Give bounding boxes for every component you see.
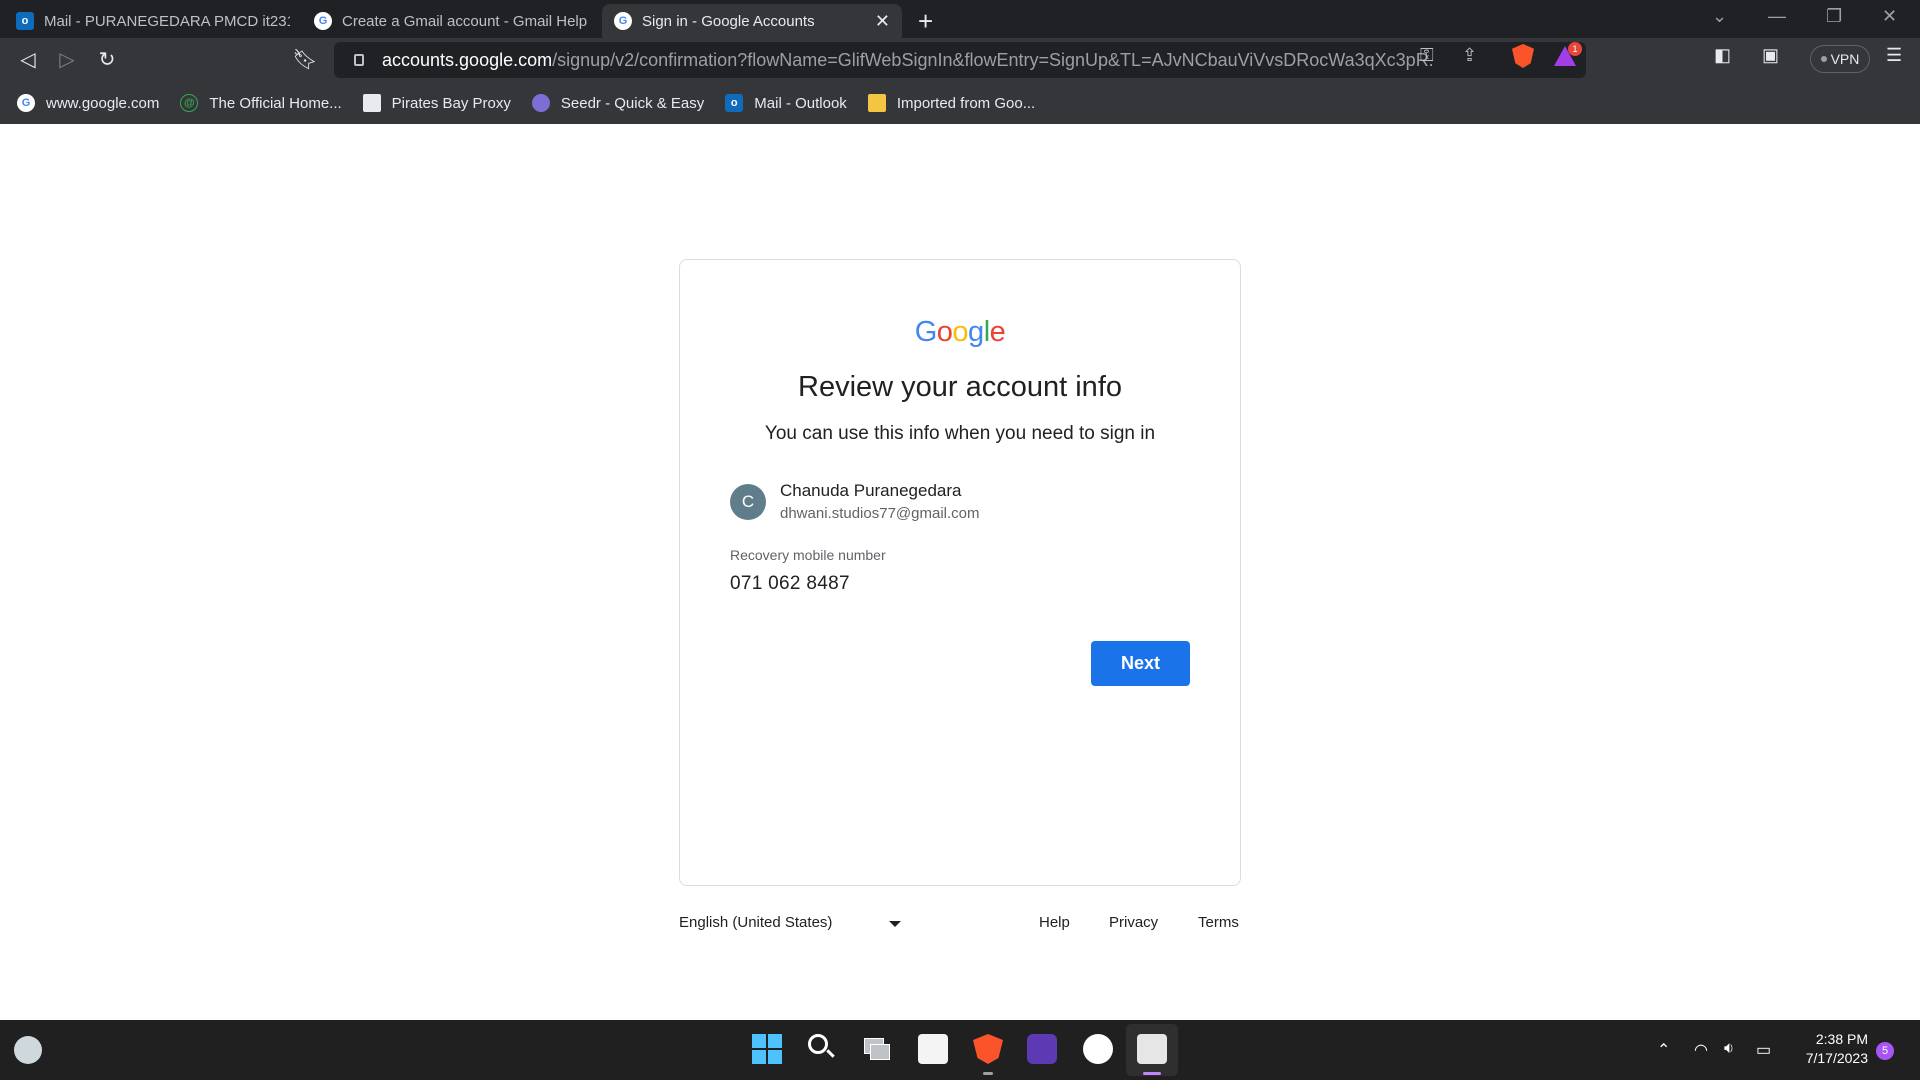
lock-icon	[354, 54, 364, 66]
url-text: accounts.google.com/signup/v2/confirmati…	[382, 49, 1432, 70]
google-icon: G	[314, 12, 332, 30]
windows-taskbar: ⌃ ◠ 🔉︎ ▭ 2:38 PM 7/17/2023 5	[0, 1020, 1920, 1080]
google-icon: G	[614, 12, 632, 30]
new-tab-button[interactable]: +	[918, 6, 933, 37]
system-clock[interactable]: 2:38 PM 7/17/2023	[1784, 1030, 1868, 1068]
search-icon[interactable]	[808, 1034, 838, 1064]
tab-outlook-mail[interactable]: o Mail - PURANEGEDARA PMCD it2317	[4, 4, 302, 38]
xbox-icon[interactable]	[1083, 1034, 1113, 1064]
close-window-button[interactable]: ✕	[1882, 6, 1897, 27]
reload-button[interactable]: ↻	[94, 47, 120, 73]
tab-title: Mail - PURANEGEDARA PMCD it2317	[44, 12, 290, 30]
snipping-tool-icon[interactable]	[1137, 1034, 1167, 1064]
avatar: C	[730, 484, 766, 520]
page-title: Review your account info	[798, 371, 1122, 403]
weather-icon[interactable]	[14, 1036, 42, 1064]
bookmark-official-home[interactable]: @ The Official Home...	[180, 94, 342, 112]
share-icon[interactable]: ⇪	[1462, 45, 1477, 66]
account-email: dhwani.studios77@gmail.com	[780, 505, 980, 522]
browser-toolbar: ◁ ▷ ↻ 🔖︎ accounts.google.com/signup/v2/c…	[0, 38, 1920, 82]
restore-button[interactable]: ❐	[1826, 6, 1842, 27]
next-button[interactable]: Next	[1091, 641, 1190, 686]
chevron-up-icon[interactable]: ⌃	[1657, 1040, 1670, 1060]
bookmark-folder-imported[interactable]: Imported from Goo...	[867, 94, 1036, 112]
vpn-status-dot	[1820, 56, 1827, 62]
account-review-card: Google Review your account info You can …	[679, 259, 1241, 886]
running-indicator	[983, 1072, 993, 1075]
microsoft-store-icon[interactable]	[918, 1034, 948, 1064]
back-button[interactable]: ◁	[15, 47, 41, 73]
close-tab-icon[interactable]: ✕	[875, 11, 890, 32]
rewards-badge: 1	[1568, 42, 1582, 56]
app-icon[interactable]	[1027, 1034, 1057, 1064]
address-bar[interactable]: accounts.google.com/signup/v2/confirmati…	[334, 42, 1586, 78]
clock-date: 7/17/2023	[1805, 1050, 1868, 1066]
language-label: English (United States)	[679, 914, 833, 931]
page-subtitle: You can use this info when you need to s…	[764, 423, 1156, 444]
wifi-icon[interactable]: ◠	[1694, 1040, 1708, 1060]
sidebar-icon[interactable]: ◧	[1714, 45, 1731, 66]
recovery-number-value: 071 062 8487	[730, 573, 850, 594]
tab-gmail-help[interactable]: G Create a Gmail account - Gmail Help	[302, 4, 602, 38]
bookmark-google[interactable]: Gwww.google.com	[17, 94, 159, 112]
bookmark-label: Imported from Goo...	[896, 94, 1036, 112]
battery-icon[interactable]: ▭	[1756, 1040, 1771, 1060]
terms-link[interactable]: Terms	[1198, 914, 1239, 931]
official-home-icon: @	[180, 94, 199, 112]
google-icon: G	[17, 94, 35, 112]
key-icon[interactable]: ⚿	[1420, 45, 1434, 66]
bookmark-outlook[interactable]: o Mail - Outlook	[725, 94, 847, 112]
recovery-number-label: Recovery mobile number	[730, 547, 886, 563]
vpn-label: VPN	[1830, 51, 1860, 67]
notification-badge[interactable]: 5	[1876, 1042, 1894, 1060]
chevron-down-icon[interactable]	[889, 921, 901, 927]
bookmark-label: The Official Home...	[209, 94, 342, 112]
bookmarks-bar: Gwww.google.com @ The Official Home... Pi…	[0, 82, 1920, 124]
folder-icon	[867, 94, 886, 112]
outlook-icon: o	[725, 94, 744, 112]
menu-icon[interactable]: ☰	[1886, 45, 1902, 66]
task-view-icon[interactable]	[862, 1034, 892, 1064]
bookmark-seedr[interactable]: Seedr - Quick & Easy	[531, 94, 705, 112]
account-name: Chanuda Puranegedara	[780, 481, 962, 500]
bookmark-icon[interactable]: 🔖︎	[292, 47, 318, 73]
help-link[interactable]: Help	[1039, 914, 1070, 931]
tab-google-sign-in[interactable]: G Sign in - Google Accounts ✕	[602, 4, 902, 38]
bookmark-label: www.google.com	[46, 94, 160, 112]
tab-search-chevron-icon[interactable]: ⌄	[1712, 6, 1727, 27]
tab-title: Sign in - Google Accounts	[642, 12, 815, 30]
minimize-button[interactable]: —	[1768, 6, 1786, 27]
tab-title: Create a Gmail account - Gmail Help	[342, 12, 588, 30]
bookmark-label: Mail - Outlook	[754, 94, 847, 112]
volume-icon[interactable]: 🔉︎	[1724, 1040, 1734, 1058]
privacy-link[interactable]: Privacy	[1109, 914, 1158, 931]
forward-button[interactable]: ▷	[54, 47, 80, 73]
start-button[interactable]	[752, 1034, 782, 1064]
wallet-icon[interactable]: ▣	[1762, 45, 1779, 66]
google-logo: Google	[914, 316, 1006, 348]
language-selector[interactable]: English (United States)	[679, 914, 832, 931]
browser-tab-strip: o Mail - PURANEGEDARA PMCD it2317 G Crea…	[0, 0, 1920, 38]
pirate-icon	[362, 94, 381, 112]
active-indicator	[1143, 1072, 1161, 1075]
bookmark-pirates-bay[interactable]: Pirates Bay Proxy	[362, 94, 511, 112]
brave-browser-icon[interactable]	[973, 1034, 1003, 1064]
seedr-icon	[531, 94, 550, 112]
vpn-button[interactable]: VPN	[1810, 45, 1870, 73]
bookmark-label: Seedr - Quick & Easy	[560, 94, 705, 112]
bookmark-label: Pirates Bay Proxy	[391, 94, 511, 112]
clock-time: 2:38 PM	[1815, 1031, 1868, 1047]
outlook-icon: o	[16, 12, 34, 30]
